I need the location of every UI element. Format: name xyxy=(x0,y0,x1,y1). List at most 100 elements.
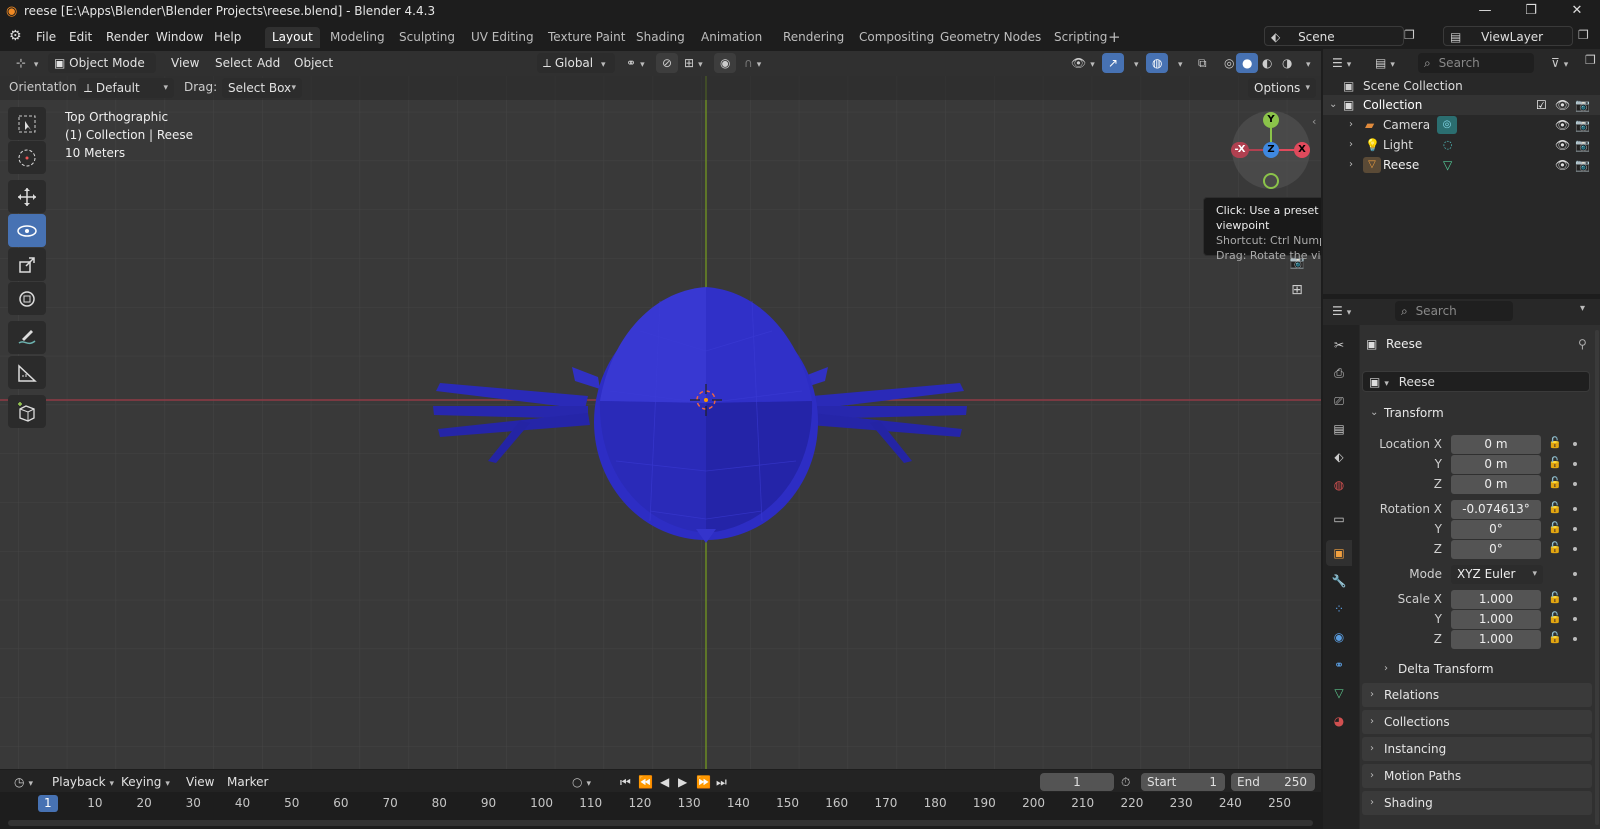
keyframe-dot-icon[interactable] xyxy=(1573,507,1577,511)
mode-selector[interactable]: ▣ Object Mode ▾ xyxy=(48,53,156,90)
rotation-z-field[interactable]: 0° xyxy=(1451,540,1541,559)
menu-render[interactable]: Render xyxy=(100,28,155,47)
mesh-data-icon[interactable]: ▽ xyxy=(1443,155,1452,175)
cursor-tool[interactable] xyxy=(8,141,46,174)
preview-range-icon[interactable]: ⏱ xyxy=(1121,775,1130,790)
add-cube-tool[interactable] xyxy=(8,395,46,428)
lock-icon[interactable]: 🔓 xyxy=(1548,631,1562,644)
snap-toggle-icon[interactable]: ⊘ xyxy=(656,53,679,73)
outliner-row-scene-collection[interactable]: ▣ Scene Collection xyxy=(1323,76,1600,96)
render-camera-icon[interactable]: 📷 xyxy=(1575,135,1590,155)
location-x-field[interactable]: 0 m xyxy=(1451,435,1541,454)
gizmo-y-axis[interactable]: Y xyxy=(1263,112,1279,128)
menu-add[interactable]: Add xyxy=(251,53,286,73)
snap-target-icon[interactable]: ⊞ ▾ xyxy=(678,53,709,73)
tab-shading[interactable]: Shading xyxy=(629,27,692,48)
location-z-field[interactable]: 0 m xyxy=(1451,475,1541,494)
proportional-edit-icon[interactable]: ◉ xyxy=(714,53,737,73)
expand-chevron-icon[interactable]: ⌄ xyxy=(1329,95,1337,115)
menu-window[interactable]: Window xyxy=(150,28,209,47)
tool-tab-icon[interactable]: ✂ xyxy=(1326,332,1352,358)
rotation-y-field[interactable]: 0° xyxy=(1451,520,1541,539)
tab-rendering[interactable]: Rendering xyxy=(776,27,851,48)
tab-compositing[interactable]: Compositing xyxy=(852,27,941,48)
properties-editor-icon[interactable]: ☰ ▾ xyxy=(1326,301,1357,321)
new-collection-icon[interactable]: ❐ xyxy=(1585,53,1596,67)
keyframe-dot-icon[interactable] xyxy=(1573,547,1577,551)
timeline-editor-icon[interactable]: ◷ ▾ xyxy=(8,772,39,792)
end-frame-field[interactable]: End 250 xyxy=(1231,773,1315,791)
lock-icon[interactable]: 🔓 xyxy=(1548,436,1562,449)
render-camera-icon[interactable]: 📷 xyxy=(1575,95,1590,115)
menu-object[interactable]: Object xyxy=(288,53,339,73)
scale-tool[interactable] xyxy=(8,248,46,281)
tab-scripting[interactable]: Scripting xyxy=(1047,27,1114,48)
material-tab-icon[interactable]: ◕ xyxy=(1326,708,1352,734)
3d-viewport[interactable]: ⊹ ▾ ▣ Object Mode ▾ View Select Add Obje… xyxy=(0,51,1321,769)
gizmo-z-axis[interactable]: Z xyxy=(1263,142,1279,158)
xray-toggle-icon[interactable]: ⧉ xyxy=(1192,53,1213,73)
tab-uv-editing[interactable]: UV Editing xyxy=(464,27,541,48)
close-button[interactable]: ✕ xyxy=(1554,0,1600,23)
motion-paths-panel-header[interactable]: › Motion Paths xyxy=(1362,764,1592,788)
menu-timeline-view[interactable]: View xyxy=(180,772,220,792)
lock-icon[interactable]: 🔓 xyxy=(1548,456,1562,469)
eye-icon[interactable]: 👁 xyxy=(1555,95,1570,115)
transform-panel-header[interactable]: ⌄ Transform xyxy=(1362,401,1592,425)
keyframe-dot-icon[interactable] xyxy=(1573,462,1577,466)
gizmo-toggle-icon[interactable]: ↗ xyxy=(1102,53,1125,73)
eye-icon[interactable]: 👁 xyxy=(1555,115,1570,135)
lock-icon[interactable]: 🔓 xyxy=(1548,591,1562,604)
expand-chevron-icon[interactable]: › xyxy=(1349,155,1353,175)
start-frame-field[interactable]: Start 1 xyxy=(1141,773,1225,791)
physics-tab-icon[interactable]: ◉ xyxy=(1326,624,1352,650)
world-tab-icon[interactable]: ◍ xyxy=(1326,472,1352,498)
menu-view[interactable]: View xyxy=(165,53,205,73)
relations-panel-header[interactable]: › Relations xyxy=(1362,683,1592,707)
scale-y-field[interactable]: 1.000 xyxy=(1451,610,1541,629)
delta-transform-header[interactable]: › Delta Transform xyxy=(1376,657,1590,681)
menu-playback[interactable]: Playback ▾ xyxy=(46,772,120,792)
constraints-tab-icon[interactable]: ⚭ xyxy=(1326,652,1352,678)
outliner-row-collection[interactable]: ⌄ ▣ Collection ☑ 👁 📷 xyxy=(1323,95,1600,115)
outliner-row-light[interactable]: › 💡 Light ◌ 👁 📷 xyxy=(1323,135,1600,155)
outliner-editor-icon[interactable]: ☰ ▾ xyxy=(1326,53,1357,73)
light-data-icon[interactable]: ◌ xyxy=(1443,135,1453,155)
menu-keying[interactable]: Keying ▾ xyxy=(115,772,176,792)
tab-animation[interactable]: Animation xyxy=(694,27,769,48)
frame-ruler[interactable]: 1 10 20 30 40 50 60 70 80 90 100 110 120 130 140 150 160… xyxy=(0,792,1321,829)
menu-file[interactable]: File xyxy=(30,28,62,47)
scene-selector[interactable]: ⬖ Scene xyxy=(1264,26,1404,46)
object-tab-icon[interactable]: ▣ xyxy=(1326,540,1352,566)
outliner-row-reese[interactable]: › ▽ Reese ▽ 👁 📷 xyxy=(1323,155,1600,175)
navigation-gizmo[interactable]: Y X -X Z xyxy=(1231,110,1311,190)
keyframe-dot-icon[interactable] xyxy=(1573,597,1577,601)
render-camera-icon[interactable]: 📷 xyxy=(1575,115,1590,135)
lock-icon[interactable]: 🔓 xyxy=(1548,611,1562,624)
render-tab-icon[interactable]: ⎙ xyxy=(1326,360,1352,386)
measure-tool[interactable] xyxy=(8,356,46,389)
transform-tool[interactable] xyxy=(8,282,46,315)
lock-icon[interactable]: 🔓 xyxy=(1548,541,1562,554)
options-dropdown[interactable]: Options ▾ xyxy=(1248,78,1316,98)
gizmo-neg-x-axis[interactable]: -X xyxy=(1231,142,1249,158)
jump-end-icon[interactable]: ⏭ xyxy=(710,772,733,792)
tab-sculpting[interactable]: Sculpting xyxy=(392,27,462,48)
outliner-row-camera[interactable]: › ▰ Camera ◎ 👁 📷 xyxy=(1323,115,1600,135)
properties-scrollbar[interactable] xyxy=(1595,330,1599,825)
annotate-tool[interactable] xyxy=(8,321,46,354)
tab-geometry-nodes[interactable]: Geometry Nodes xyxy=(933,27,1048,48)
shading-dropdown-icon[interactable]: ▾ xyxy=(1296,53,1317,73)
orientation-dropdown[interactable]: ⟂ Default ▾ xyxy=(78,78,174,98)
drag-dropdown[interactable]: Select Box ▾ xyxy=(222,78,302,98)
pin-icon[interactable]: ⚲ xyxy=(1578,337,1587,351)
pivot-point-icon[interactable]: ⚭ ▾ xyxy=(620,53,651,73)
sidebar-toggle-icon[interactable]: ‹ xyxy=(1312,115,1316,128)
filter-icon[interactable]: ⊽ ▾ xyxy=(1545,53,1574,73)
properties-search-input[interactable]: ⌕ Search xyxy=(1395,301,1513,321)
blender-menu-icon[interactable]: ⚙ xyxy=(9,28,22,44)
object-name-field[interactable]: ▣ ▾ Reese xyxy=(1362,371,1590,392)
expand-chevron-icon[interactable]: › xyxy=(1349,135,1353,155)
scale-z-field[interactable]: 1.000 xyxy=(1451,630,1541,649)
minimize-button[interactable]: — xyxy=(1462,0,1508,23)
